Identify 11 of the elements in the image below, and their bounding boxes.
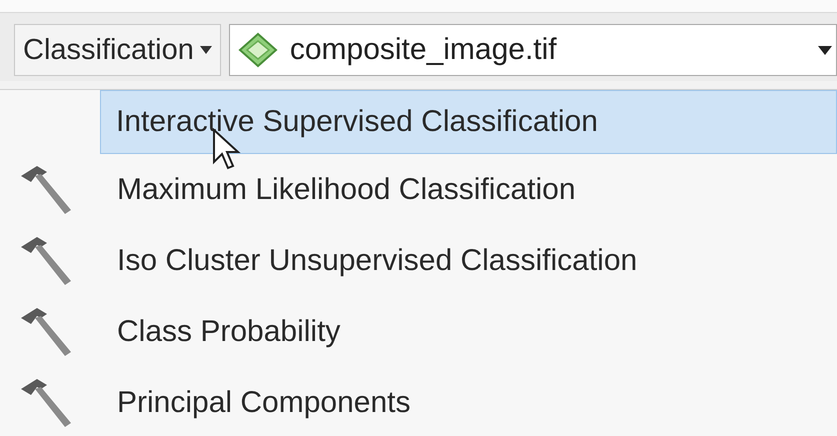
menu-item[interactable]: Iso Cluster Unsupervised Classification bbox=[0, 225, 837, 296]
layer-dropdown[interactable]: composite_image.tif bbox=[228, 24, 837, 76]
menu-item[interactable]: Interactive Supervised Classification bbox=[100, 90, 837, 154]
menu-item[interactable]: Maximum Likelihood Classification bbox=[0, 154, 837, 225]
layer-name: composite_image.tif bbox=[290, 33, 558, 67]
caret-icon[interactable] bbox=[818, 46, 832, 54]
menu-item[interactable]: Principal Components bbox=[0, 367, 837, 436]
raster-layer-icon bbox=[238, 32, 278, 68]
caret-icon bbox=[200, 46, 212, 54]
menu-item[interactable]: Class Probability bbox=[0, 296, 837, 367]
classification-menu-button[interactable]: Classification bbox=[14, 24, 221, 76]
